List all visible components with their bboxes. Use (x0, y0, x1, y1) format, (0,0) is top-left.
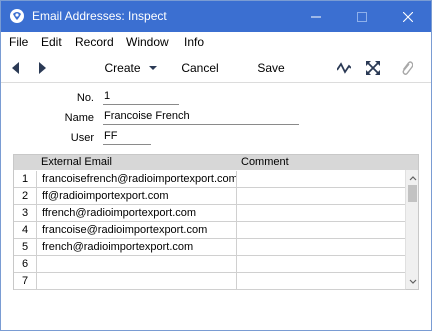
email-cell[interactable] (38, 256, 237, 272)
save-button[interactable]: Save (251, 53, 291, 83)
grid-header: External Email Comment (14, 155, 418, 170)
scroll-down-button[interactable] (406, 275, 419, 288)
menu-record[interactable]: Record (75, 35, 114, 49)
row-number: 5 (14, 239, 37, 255)
table-row[interactable]: 6 (14, 256, 406, 273)
comment-cell[interactable] (238, 171, 406, 187)
create-button[interactable]: Create (101, 53, 163, 83)
menu-info[interactable]: Info (184, 35, 204, 49)
save-label: Save (257, 61, 285, 75)
cancel-button[interactable]: Cancel (175, 53, 225, 83)
menu-file[interactable]: File (9, 35, 28, 49)
app-icon (10, 9, 24, 23)
email-cell[interactable]: francoise@radioimportexport.com (38, 222, 237, 238)
row-number: 6 (14, 256, 37, 272)
email-cell[interactable]: francoisefrench@radioimportexport.com (38, 171, 237, 187)
cancel-label: Cancel (181, 61, 219, 75)
row-number: 7 (14, 273, 37, 289)
row-number: 4 (14, 222, 37, 238)
comment-cell[interactable] (238, 256, 406, 272)
create-label: Create (104, 61, 141, 75)
maximize-button[interactable] (339, 1, 385, 32)
table-row[interactable]: 2 ff@radioimportexport.com (14, 188, 406, 205)
attachment-button[interactable] (397, 53, 417, 83)
chevron-up-icon (409, 175, 416, 180)
expand-icon (366, 61, 380, 75)
arrow-right-icon (39, 62, 46, 74)
column-header-external-email[interactable]: External Email (38, 155, 238, 170)
scroll-thumb[interactable] (408, 185, 417, 202)
minimize-button[interactable] (293, 1, 339, 32)
column-header-comment[interactable]: Comment (238, 155, 406, 170)
next-record-button[interactable] (32, 53, 52, 83)
paperclip-icon (402, 61, 413, 75)
activity-button[interactable] (334, 53, 354, 83)
comment-cell[interactable] (238, 273, 406, 289)
name-field[interactable]: Francoise French (103, 110, 299, 125)
table-row[interactable]: 1 francoisefrench@radioimportexport.com (14, 171, 406, 188)
row-number: 2 (14, 188, 37, 204)
menu-window[interactable]: Window (126, 35, 169, 49)
email-cell[interactable]: ffrench@radioimportexport.com (38, 205, 237, 221)
close-button[interactable] (385, 1, 431, 32)
menu-bar: File Edit Record Window Info (1, 32, 431, 53)
chevron-down-icon (409, 279, 416, 284)
close-icon (403, 11, 413, 22)
comment-cell[interactable] (238, 222, 406, 238)
window-title: Email Addresses: Inspect (32, 9, 167, 23)
grid-scrollbar[interactable] (405, 170, 418, 289)
email-grid: External Email Comment 1 francoisefrench… (13, 154, 419, 290)
table-row[interactable]: 3 ffrench@radioimportexport.com (14, 205, 406, 222)
toolbar: Create Cancel Save (1, 53, 431, 83)
comment-cell[interactable] (238, 239, 406, 255)
no-label: No. (76, 92, 94, 104)
name-label: Name (64, 112, 94, 124)
pulse-icon (337, 62, 351, 74)
title-bar[interactable]: Email Addresses: Inspect (1, 1, 431, 32)
maximize-icon (357, 11, 367, 22)
row-number: 3 (14, 205, 37, 221)
scroll-up-button[interactable] (406, 171, 419, 184)
table-row[interactable]: 4 francoise@radioimportexport.com (14, 222, 406, 239)
expand-button[interactable] (363, 53, 383, 83)
no-field[interactable]: 1 (103, 90, 179, 105)
email-cell[interactable]: ff@radioimportexport.com (38, 188, 237, 204)
comment-cell[interactable] (238, 205, 406, 221)
table-row[interactable]: 5 french@radioimportexport.com (14, 239, 406, 256)
table-row[interactable]: 7 (14, 273, 406, 290)
arrow-left-icon (12, 62, 19, 74)
chevron-down-icon (148, 66, 157, 70)
row-number: 1 (14, 171, 37, 187)
email-cell[interactable] (38, 273, 237, 289)
comment-cell[interactable] (238, 188, 406, 204)
minimize-icon (311, 16, 321, 17)
user-label: User (70, 132, 94, 144)
email-cell[interactable]: french@radioimportexport.com (38, 239, 237, 255)
user-field[interactable]: FF (103, 130, 151, 145)
window: Email Addresses: Inspect File Edit Recor… (0, 0, 432, 331)
menu-edit[interactable]: Edit (41, 35, 62, 49)
previous-record-button[interactable] (6, 53, 26, 83)
